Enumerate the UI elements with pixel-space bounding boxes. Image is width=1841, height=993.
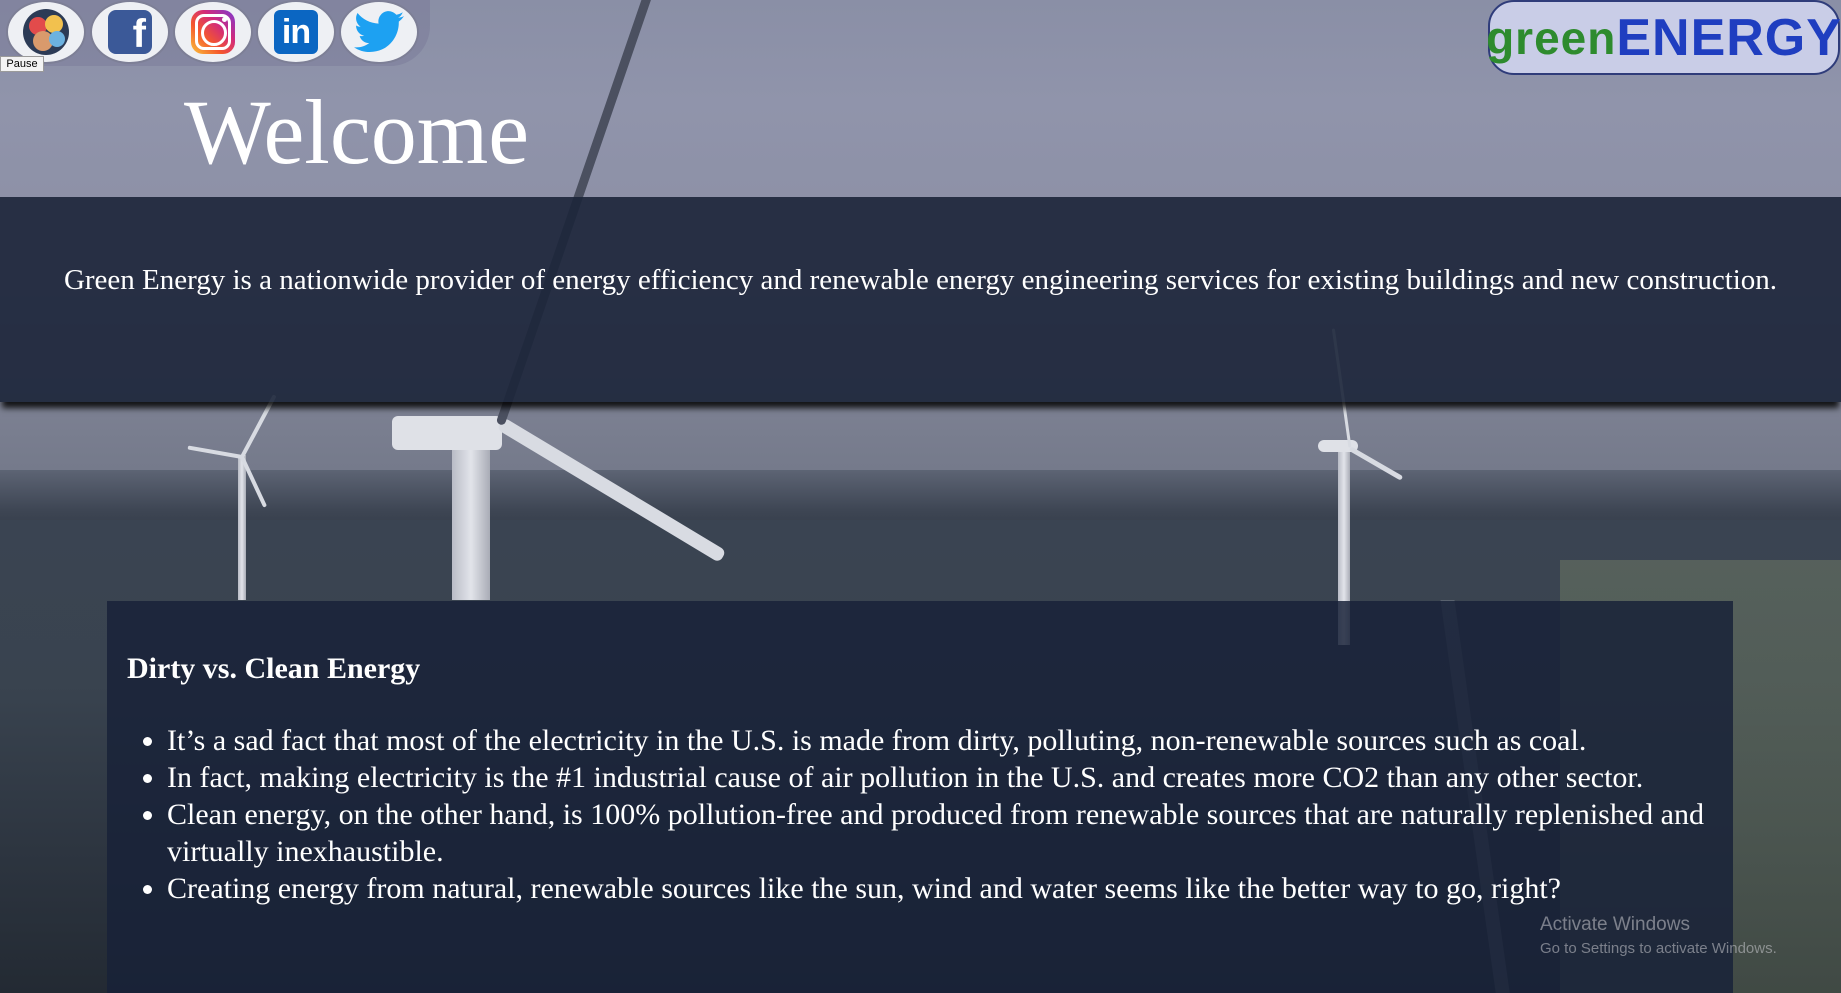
fact-item: It’s a sad fact that most of the electri… xyxy=(167,722,1752,759)
turbine-tower-large xyxy=(452,430,490,600)
intro-band xyxy=(0,197,1841,402)
watermark-subtitle: Go to Settings to activate Windows. xyxy=(1540,940,1777,957)
social-link-kids[interactable] xyxy=(6,0,86,64)
fact-item: In fact, making electricity is the #1 in… xyxy=(167,759,1752,796)
section-title: Dirty vs. Clean Energy xyxy=(127,652,421,685)
welcome-heading: Welcome xyxy=(184,81,530,183)
social-link-instagram[interactable] xyxy=(173,0,253,64)
social-link-twitter[interactable] xyxy=(339,0,419,64)
kids-faces-icon xyxy=(23,9,69,55)
instagram-icon xyxy=(191,10,235,54)
linkedin-icon: in xyxy=(274,10,318,54)
fact-item: Creating energy from natural, renewable … xyxy=(167,870,1752,907)
turbine-nacelle xyxy=(392,416,502,450)
fact-item: Clean energy, on the other hand, is 100%… xyxy=(167,796,1752,870)
social-link-linkedin[interactable]: in xyxy=(256,0,336,64)
social-link-facebook[interactable]: f xyxy=(90,0,170,64)
facebook-icon: f xyxy=(108,10,152,54)
twitter-bird-icon xyxy=(354,11,404,52)
logo-green-text: green xyxy=(1486,11,1617,64)
intro-text: Green Energy is a nationwide provider of… xyxy=(63,264,1778,296)
logo-energy-text: ENERGY xyxy=(1616,8,1841,67)
greenenergy-logo[interactable]: green ENERGY xyxy=(1486,0,1841,75)
pause-button[interactable]: Pause xyxy=(0,56,44,72)
turbine-tower-small xyxy=(238,455,246,600)
windows-activation-watermark: Activate Windows Go to Settings to activ… xyxy=(1540,914,1777,957)
facts-list: It’s a sad fact that most of the electri… xyxy=(127,722,1752,907)
watermark-title: Activate Windows xyxy=(1540,914,1690,935)
